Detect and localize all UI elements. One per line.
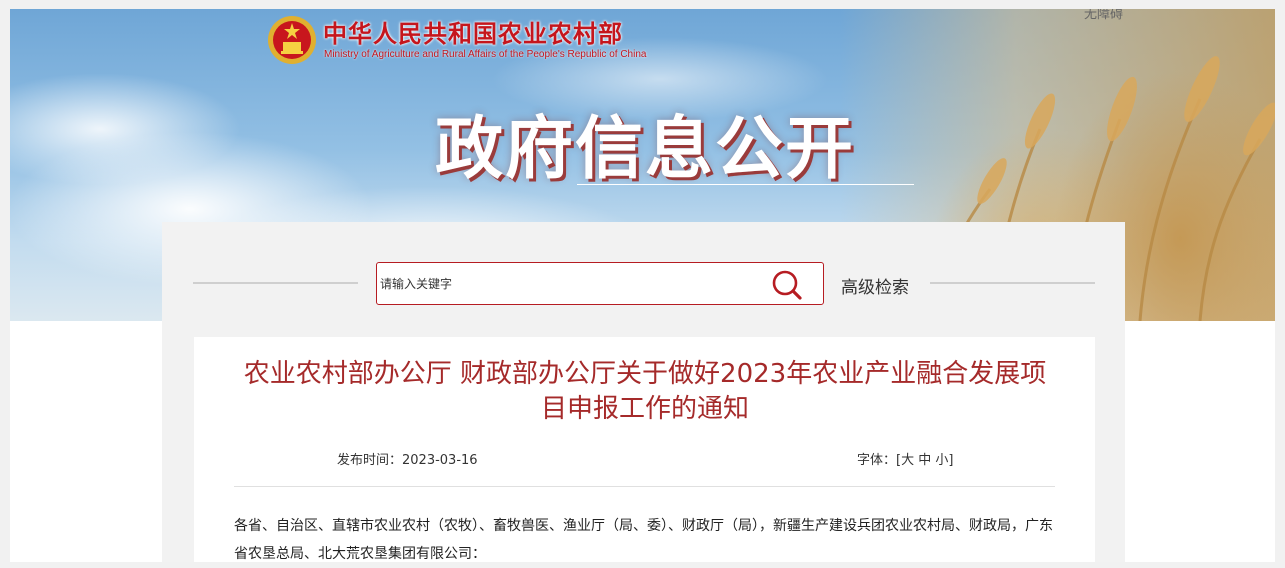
font-size-bracket-close: ]	[948, 453, 954, 468]
font-size-switcher: 字体：[大 中 小]	[857, 449, 954, 468]
ministry-name-cn: 中华人民共和国农业农村部	[323, 20, 623, 48]
font-size-medium[interactable]: 中	[918, 453, 931, 468]
banner-title-underline	[577, 184, 914, 185]
search-bar	[376, 262, 824, 305]
article-card: 农业农村部办公厅 财政部办公厅关于做好2023年农业产业融合发展项目申报工作的通…	[194, 337, 1095, 562]
article-salutation: 各省、自治区、直辖市农业农村（农牧）、畜牧兽医、渔业厅（局、委）、财政厅（局），…	[234, 518, 1053, 562]
accessibility-link[interactable]: 无障碍	[1084, 9, 1123, 22]
publish-date: 发布时间：2023-03-16	[337, 449, 478, 468]
search-divider-left	[193, 282, 358, 284]
ministry-name-en: Ministry of Agriculture and Rural Affair…	[324, 49, 647, 60]
advanced-search-link[interactable]: 高级检索	[841, 273, 909, 298]
search-input[interactable]	[377, 263, 760, 304]
search-icon[interactable]	[769, 269, 807, 301]
banner-title: 政府信息公开	[435, 110, 856, 189]
font-size-label: 字体：	[857, 453, 897, 468]
page-frame: 中华人民共和国农业农村部 Ministry of Agriculture and…	[10, 9, 1275, 562]
publish-date-label: 发布时间：	[337, 453, 403, 468]
article-title: 农业农村部办公厅 财政部办公厅关于做好2023年农业产业融合发展项目申报工作的通…	[243, 359, 1047, 424]
search-divider-right	[930, 282, 1095, 284]
publish-date-value: 2023-03-16	[402, 453, 478, 468]
article-body: 各省、自治区、直辖市农业农村（农牧）、畜牧兽医、渔业厅（局、委）、财政厅（局），…	[234, 512, 1056, 562]
font-size-large[interactable]: 大	[901, 453, 914, 468]
font-size-small[interactable]: 小	[935, 453, 948, 468]
article-divider	[234, 486, 1055, 487]
national-emblem-icon	[268, 16, 316, 64]
